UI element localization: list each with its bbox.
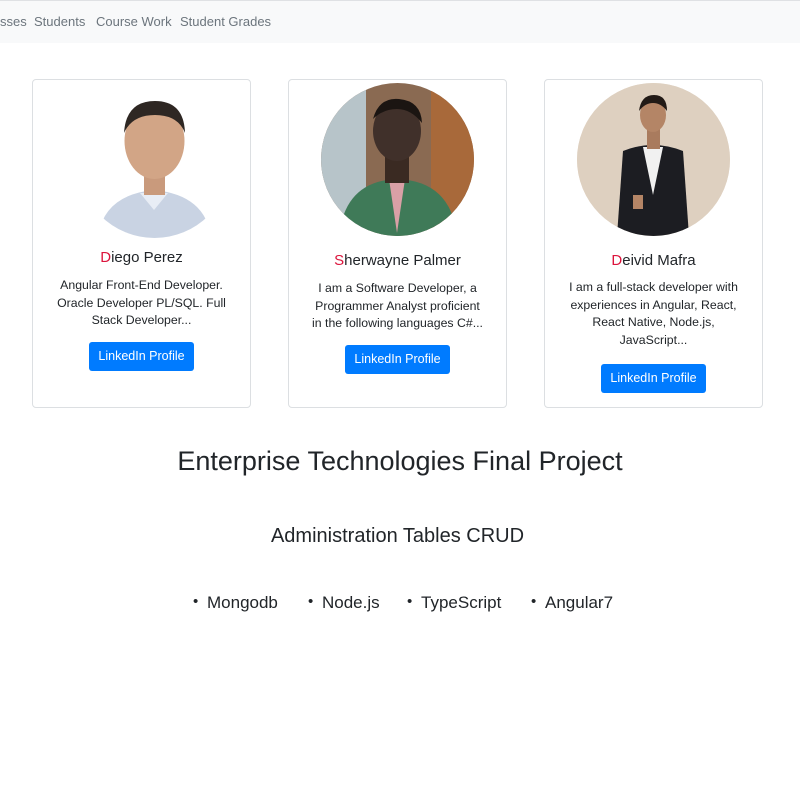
member-name: Diego Perez: [33, 249, 250, 266]
tech-item: Mongodb: [207, 593, 278, 612]
page-title: Enterprise Technologies Final Project: [177, 446, 623, 476]
name-rest: herwayne Palmer: [344, 252, 461, 269]
member-description: I am a Software Developer, a Programmer …: [312, 281, 483, 330]
name-initial: D: [100, 249, 112, 266]
avatar-photo: [321, 83, 474, 236]
avatar-photo: [577, 83, 730, 236]
name-initial: S: [334, 252, 345, 269]
team-card-deivid: Deivid Mafra I am a full-stack developer…: [544, 79, 763, 408]
member-name: Deivid Mafra: [545, 252, 762, 269]
team-card-diego: Diego Perez Angular Front-End Developer.…: [32, 79, 251, 408]
member-description: Angular Front-End Developer. Oracle Deve…: [57, 278, 226, 327]
team-card-sherwayne: Sherwayne Palmer I am a Software Develop…: [288, 79, 507, 408]
page-subtitle: Administration Tables CRUD: [270, 525, 525, 547]
tech-item: TypeScript: [421, 593, 502, 612]
nav-link-classes[interactable]: sses: [0, 14, 27, 29]
top-navbar: sses Students Course Work Student Grades: [0, 0, 800, 43]
member-name: Sherwayne Palmer: [289, 252, 506, 269]
linkedin-profile-button[interactable]: LinkedIn Profile: [601, 364, 706, 393]
list-bullet: •: [308, 593, 314, 610]
avatar-photo: [78, 85, 231, 238]
tech-item: Node.js: [322, 593, 380, 612]
tech-item: Angular7: [545, 593, 614, 612]
nav-link-students[interactable]: Students: [34, 14, 85, 29]
nav-link-course-work[interactable]: Course Work: [96, 14, 172, 29]
linkedin-profile-button[interactable]: LinkedIn Profile: [345, 345, 450, 374]
list-bullet: •: [407, 593, 413, 610]
list-bullet: •: [193, 593, 199, 610]
name-rest: iego Perez: [111, 249, 183, 266]
list-bullet: •: [531, 593, 537, 610]
name-rest: eivid Mafra: [622, 252, 696, 269]
nav-link-student-grades[interactable]: Student Grades: [180, 14, 271, 29]
name-initial: D: [611, 252, 623, 269]
linkedin-profile-button[interactable]: LinkedIn Profile: [89, 342, 194, 371]
member-description: I am a full-stack developer with experie…: [569, 280, 738, 347]
